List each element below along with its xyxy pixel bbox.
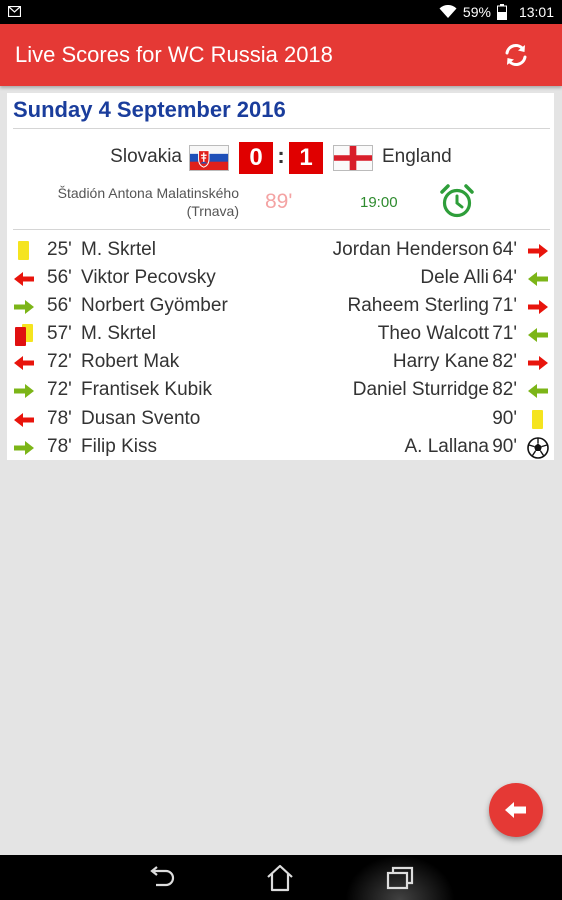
home-event-minute: 78' xyxy=(47,436,72,457)
event-row: 56' Norbert Gyömber Raheem Sterling 71' xyxy=(7,295,554,319)
away-event-minute: 71' xyxy=(492,295,517,316)
refresh-button[interactable] xyxy=(500,39,532,71)
battery-percent: 59% xyxy=(462,4,491,20)
event-row: 25' M. Skrtel Jordan Henderson 64' xyxy=(7,239,554,263)
event-row: 78' Filip Kiss A. Lallana 90' xyxy=(7,436,554,460)
score-separator: : xyxy=(277,143,285,168)
red-card-icon xyxy=(12,323,36,347)
match-card: Sunday 4 September 2016 Slovakia 0 : 1 E… xyxy=(7,93,554,460)
home-event-player: Norbert Gyömber xyxy=(81,295,228,316)
match-minute: 89' xyxy=(265,190,293,213)
sub-in-icon xyxy=(526,323,550,347)
home-event-minute: 56' xyxy=(47,267,72,288)
event-row: 56' Viktor Pecovsky Dele Alli 64' xyxy=(7,267,554,291)
divider xyxy=(13,229,550,230)
sub-out-icon xyxy=(12,351,36,375)
stadium-name: Štadión Antona Malatinského xyxy=(57,185,239,201)
away-team-name: England xyxy=(382,146,452,167)
back-arrow-icon xyxy=(505,802,526,818)
stadium: Štadión Antona Malatinského (Trnava) xyxy=(58,184,239,220)
home-event-minute: 78' xyxy=(47,408,72,429)
wifi-icon xyxy=(439,5,457,19)
event-row: 72' Robert Mak Harry Kane 82' xyxy=(7,351,554,375)
nav-back-icon xyxy=(150,866,175,887)
home-event-minute: 72' xyxy=(47,351,72,372)
sub-in-icon xyxy=(526,267,550,291)
away-event-player: Raheem Sterling xyxy=(347,295,489,316)
nav-recents-icon xyxy=(386,866,414,890)
away-event-player: Jordan Henderson xyxy=(332,239,489,260)
alarm-clock-icon[interactable] xyxy=(439,183,475,219)
away-score: 1 xyxy=(289,142,323,174)
home-event-minute: 72' xyxy=(47,379,72,400)
yellow-card-icon xyxy=(12,239,36,263)
stadium-city: (Trnava) xyxy=(186,203,239,219)
home-event-player: Dusan Svento xyxy=(81,408,201,429)
home-event-player: M. Skrtel xyxy=(81,239,156,260)
away-event-minute: 82' xyxy=(492,379,517,400)
home-event-minute: 57' xyxy=(47,323,72,344)
away-event-minute: 64' xyxy=(492,267,517,288)
home-event-player: Viktor Pecovsky xyxy=(81,267,216,288)
nav-home-icon xyxy=(267,864,293,892)
away-event-player: Daniel Sturridge xyxy=(352,379,489,400)
sub-out-icon xyxy=(12,267,36,291)
goal-ball-icon xyxy=(526,436,550,460)
nav-home-button[interactable] xyxy=(260,861,300,895)
divider xyxy=(13,128,550,129)
back-fab-button[interactable] xyxy=(489,783,543,837)
clock: 13:01 xyxy=(518,4,554,20)
away-event-minute: 64' xyxy=(492,239,517,260)
sub-in-icon xyxy=(526,379,550,403)
event-row: 78' Dusan Svento 90' xyxy=(7,408,554,432)
home-score: 0 xyxy=(239,142,273,174)
home-event-player: M. Skrtel xyxy=(81,323,156,344)
app-bar: Live Scores for WC Russia 2018 xyxy=(0,24,562,86)
sub-in-icon xyxy=(12,436,36,460)
home-team-name: Slovakia xyxy=(110,146,182,167)
home-event-player: Frantisek Kubik xyxy=(81,379,212,400)
refresh-icon xyxy=(505,44,527,66)
england-flag-icon xyxy=(333,145,373,171)
away-event-player: Harry Kane xyxy=(392,351,489,372)
event-row: 72' Frantisek Kubik Daniel Sturridge 82' xyxy=(7,379,554,403)
sub-out-icon xyxy=(526,351,550,375)
away-event-minute: 71' xyxy=(492,323,517,344)
sub-out-icon xyxy=(526,295,550,319)
slovakia-flag-icon xyxy=(189,145,229,171)
nav-back-button[interactable] xyxy=(141,861,181,895)
sub-in-icon xyxy=(12,295,36,319)
home-event-minute: 25' xyxy=(47,239,72,260)
app-title: Live Scores for WC Russia 2018 xyxy=(15,42,333,67)
sub-out-icon xyxy=(526,239,550,263)
nav-recents-button[interactable] xyxy=(380,861,420,895)
yellow-card-icon xyxy=(526,408,550,432)
away-event-player: A. Lallana xyxy=(404,436,489,457)
sub-out-icon xyxy=(12,408,36,432)
navigation-bar xyxy=(0,855,562,900)
notification-icon xyxy=(8,6,21,17)
away-event-minute: 90' xyxy=(492,408,517,429)
sub-in-icon xyxy=(12,379,36,403)
home-event-player: Filip Kiss xyxy=(81,436,158,457)
away-event-minute: 82' xyxy=(492,351,517,372)
kickoff-time: 19:00 xyxy=(360,194,398,211)
match-date: Sunday 4 September 2016 xyxy=(13,97,286,122)
away-event-player: Dele Alli xyxy=(420,267,489,288)
away-event-minute: 90' xyxy=(492,436,517,457)
home-event-player: Robert Mak xyxy=(81,351,180,372)
status-bar: 59% 13:01 xyxy=(0,0,562,24)
home-event-minute: 56' xyxy=(47,295,72,316)
battery-icon xyxy=(496,4,507,20)
event-row: 57' M. Skrtel Theo Walcott 71' xyxy=(7,323,554,347)
away-event-player: Theo Walcott xyxy=(377,323,489,344)
